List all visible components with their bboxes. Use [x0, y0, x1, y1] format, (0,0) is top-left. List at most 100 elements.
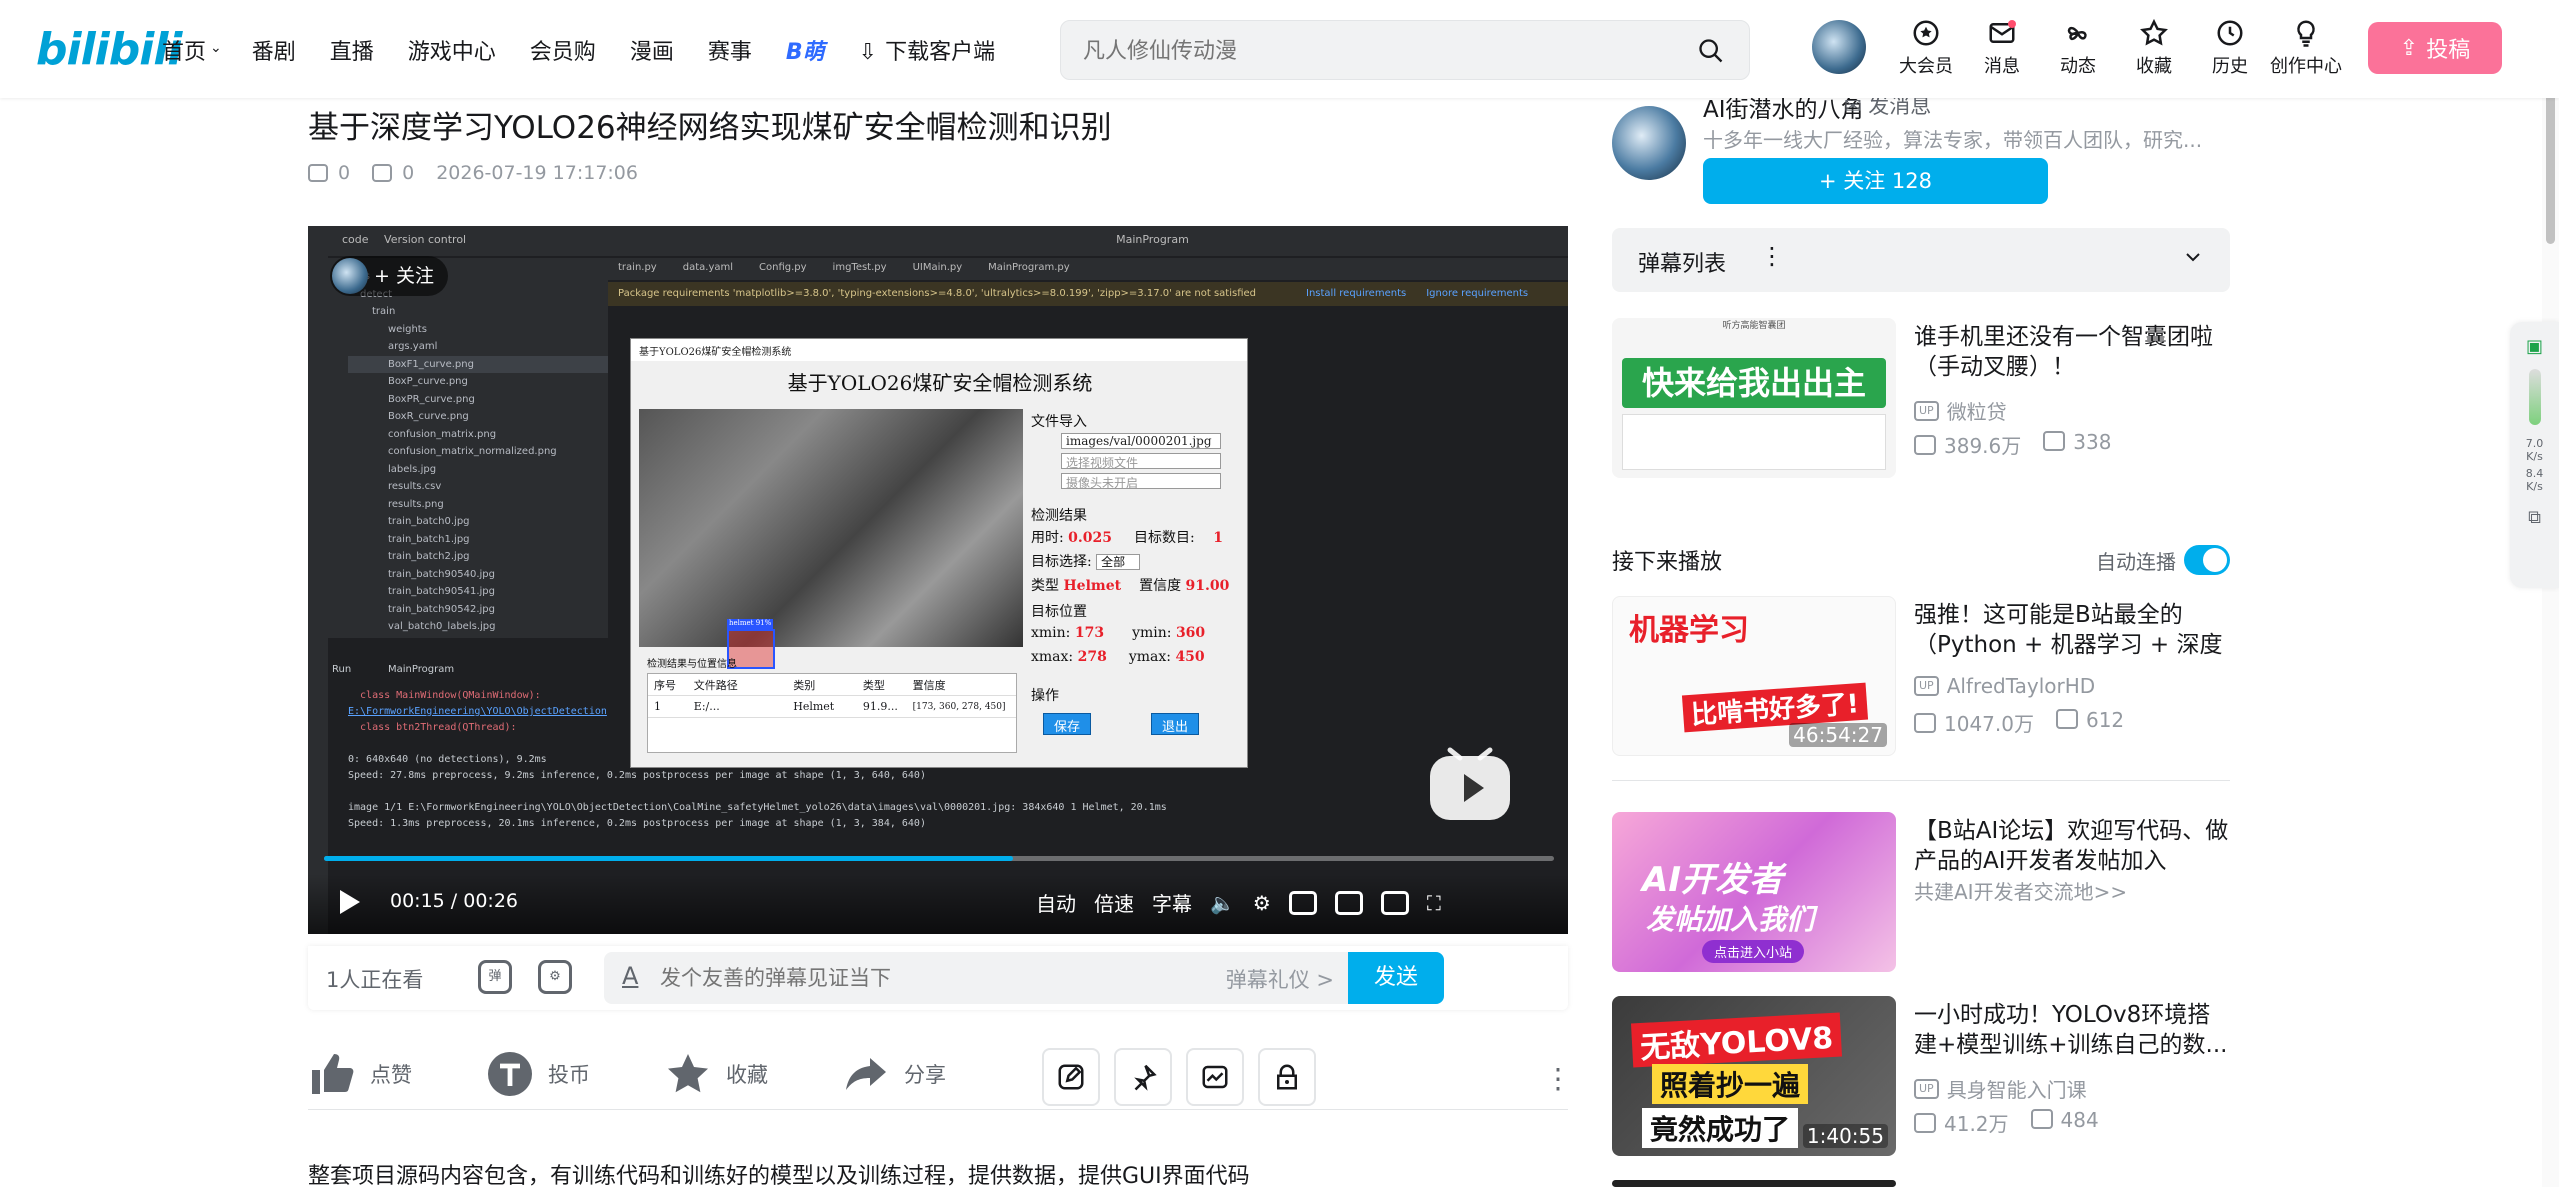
ide-tree-item: results.png [388, 498, 444, 510]
coin-button[interactable]: 投币 [486, 1050, 590, 1098]
xmin-label: xmin: [1031, 625, 1071, 641]
card-up-name: 微粒贷 [1946, 400, 2007, 424]
upload-button[interactable]: ⇪ 投稿 [2368, 22, 2502, 74]
table-title: 检测结果与位置信息 [647, 659, 737, 670]
nav-download-client[interactable]: ⇩ 下载客户端 [859, 34, 1029, 66]
header-creator-center[interactable]: 创作中心 [2268, 18, 2344, 78]
like-button[interactable]: 点赞 [308, 1050, 412, 1098]
danmaku-style-icon[interactable]: A [622, 962, 638, 990]
ide-tab: train.py [618, 262, 657, 273]
header-dynamic[interactable]: 动态 [2040, 18, 2116, 78]
recommend-card[interactable]: 机器学习 比啃书好多了! 46:54:27 强推！这可能是B站最全的（Pytho… [1612, 596, 2230, 760]
card-up: UP AlfredTaylorHD [1914, 674, 2095, 698]
header-history[interactable]: 历史 [2192, 18, 2268, 78]
conf-value: 91.00 [1185, 578, 1230, 594]
nav-anime[interactable]: 番剧 [252, 34, 296, 66]
nav-manga[interactable]: 漫画 [630, 34, 674, 66]
recommend-card-partial[interactable] [1612, 1180, 2230, 1187]
page-scrollbar[interactable] [2542, 0, 2559, 1187]
settings-gear-icon[interactable]: ⚙ [1253, 891, 1271, 915]
user-avatar[interactable] [1812, 20, 1866, 74]
video-progress-bar[interactable] [324, 856, 1554, 861]
danmaku-etiquette-link[interactable]: 弹幕礼仪 > [1226, 964, 1334, 994]
recommend-card-ad[interactable]: 听方高能智囊团 快来给我出出主意! 谁手机里还没有一个智囊团啦（手动叉腰）！ U… [1612, 318, 2230, 482]
danmaku-list-more-icon[interactable]: ⋮ [1760, 242, 1784, 270]
header-message[interactable]: 消息 [1964, 18, 2040, 78]
speed-button[interactable]: 倍速 [1094, 888, 1134, 917]
widescreen-icon[interactable] [1334, 890, 1363, 915]
video-file-field: 选择视频文件 [1061, 453, 1221, 470]
count-value: 1 [1213, 530, 1223, 546]
danmaku-send-button[interactable]: 发送 [1348, 952, 1444, 1004]
autoplay-label: 自动连播 [2096, 550, 2176, 574]
search-icon[interactable] [1697, 37, 1725, 65]
more-vertical-icon[interactable]: ⋮ [1544, 1062, 1572, 1095]
video-right-controls: 自动 倍速 字幕 🔈 ⚙ ⛶ [1036, 888, 1441, 917]
nav-chevron-down-icon[interactable]: ⌄ [210, 34, 222, 66]
big-play-icon[interactable] [1428, 746, 1512, 824]
operation-title: 操作 [1031, 688, 1059, 704]
upload-icon: ⇪ [2399, 35, 2419, 61]
video-meta: 0 0 2026-07-19 17:17:06 [308, 162, 638, 184]
nav-bmeng[interactable]: B萌 [786, 34, 825, 66]
card-plays: 41.2万 [1914, 1108, 2009, 1137]
pin-button[interactable] [1114, 1048, 1172, 1106]
play-icon[interactable] [338, 888, 362, 916]
bilibili-logo[interactable]: bilibili [36, 24, 182, 75]
ide-tree-item: train_batch90541.jpg [388, 586, 495, 597]
dynamic-icon [2067, 26, 2087, 41]
danmaku-toggle-icon[interactable]: 弹 [478, 960, 512, 994]
pip-icon[interactable] [1288, 890, 1317, 915]
creator-icon [2297, 20, 2315, 47]
uploader-avatar[interactable] [1612, 106, 1686, 180]
thumb-sub: 照着抄一遍 [1652, 1064, 1809, 1104]
search-input[interactable] [1083, 35, 1663, 67]
conf-label: 置信度 [1139, 578, 1182, 594]
header-favorites[interactable]: 收藏 [2116, 18, 2192, 78]
note-button[interactable] [1042, 1048, 1100, 1106]
card-thumbnail: AI开发者 发帖加入我们 点击进入小站 [1612, 812, 1896, 972]
nav-mall[interactable]: 会员购 [530, 34, 596, 66]
upload-speed: 7.0 [2525, 437, 2544, 450]
share-button[interactable]: 分享 [842, 1050, 946, 1098]
card-thumbnail: 机器学习 比啃书好多了! 46:54:27 [1612, 596, 1896, 756]
nav-live[interactable]: 直播 [330, 34, 374, 66]
header-vip[interactable]: 大会员 [1888, 18, 1964, 78]
nav-game-center[interactable]: 游戏中心 [408, 34, 496, 66]
ide-run-line: Speed: 27.8ms preprocess, 9.2ms inferenc… [348, 770, 926, 781]
card-up: 共建AI开发者交流地>> [1914, 876, 2127, 905]
danmaku-list-panel[interactable]: 弹幕列表 ⋮ [1612, 228, 2230, 292]
subtitle-button[interactable]: 字幕 [1152, 888, 1192, 917]
chevron-down-icon[interactable] [2184, 248, 2202, 266]
network-speed-widget[interactable]: ▣ 7.0 K/s 8.4 K/s ⧉ [2510, 322, 2559, 588]
ide-tree-item: train [372, 306, 396, 317]
detection-app-window: 基于YOLO26煤矿安全帽检测系统 基于YOLO26煤矿安全帽检测系统 helm… [630, 338, 1248, 768]
danmaku-input[interactable] [660, 964, 1160, 992]
ide-project-tree: runsdetecttrainweightsargs.yamlBoxF1_cur… [328, 258, 608, 638]
download-label: 下载客户端 [885, 40, 996, 65]
history-icon [2217, 20, 2243, 46]
volume-icon[interactable]: 🔈 [1210, 891, 1235, 915]
autoplay-switch[interactable] [2184, 545, 2230, 575]
follow-button[interactable]: + 关注 128 [1703, 158, 2048, 204]
fullscreen-icon[interactable]: ⛶ [1427, 891, 1441, 915]
report-button[interactable] [1258, 1048, 1316, 1106]
nav-match[interactable]: 赛事 [708, 34, 752, 66]
target-select: 全部 [1096, 554, 1141, 570]
player-up-avatar [332, 258, 368, 294]
video-player[interactable]: code Version control MainProgram train.py… [308, 226, 1568, 934]
web-fullscreen-icon[interactable] [1380, 890, 1409, 915]
recommend-card-forum[interactable]: AI开发者 发帖加入我们 点击进入小站 【B站AI论坛】欢迎写代码、做产品的AI… [1612, 812, 2230, 976]
file-import-title: 文件导入 [1031, 414, 1087, 430]
quality-button[interactable]: 自动 [1036, 888, 1076, 917]
count-label: 目标数目: [1134, 530, 1195, 546]
time-current: 00:15 [390, 890, 445, 912]
nav-home[interactable]: 首页 [162, 34, 206, 66]
favorite-button[interactable]: 收藏 [664, 1050, 768, 1098]
search-box [1060, 20, 1750, 80]
app-heading: 基于YOLO26煤矿安全帽检测系统 [787, 371, 1093, 395]
stats-button[interactable] [1186, 1048, 1244, 1106]
recommend-card[interactable]: 无敌YOLOV8 照着抄一遍 竟然成功了 1:40:55 一小时成功！YOLOv… [1612, 996, 2230, 1160]
player-follow-chip[interactable]: + 关注 [330, 256, 448, 296]
danmaku-settings-icon[interactable]: ⚙ [538, 960, 572, 994]
